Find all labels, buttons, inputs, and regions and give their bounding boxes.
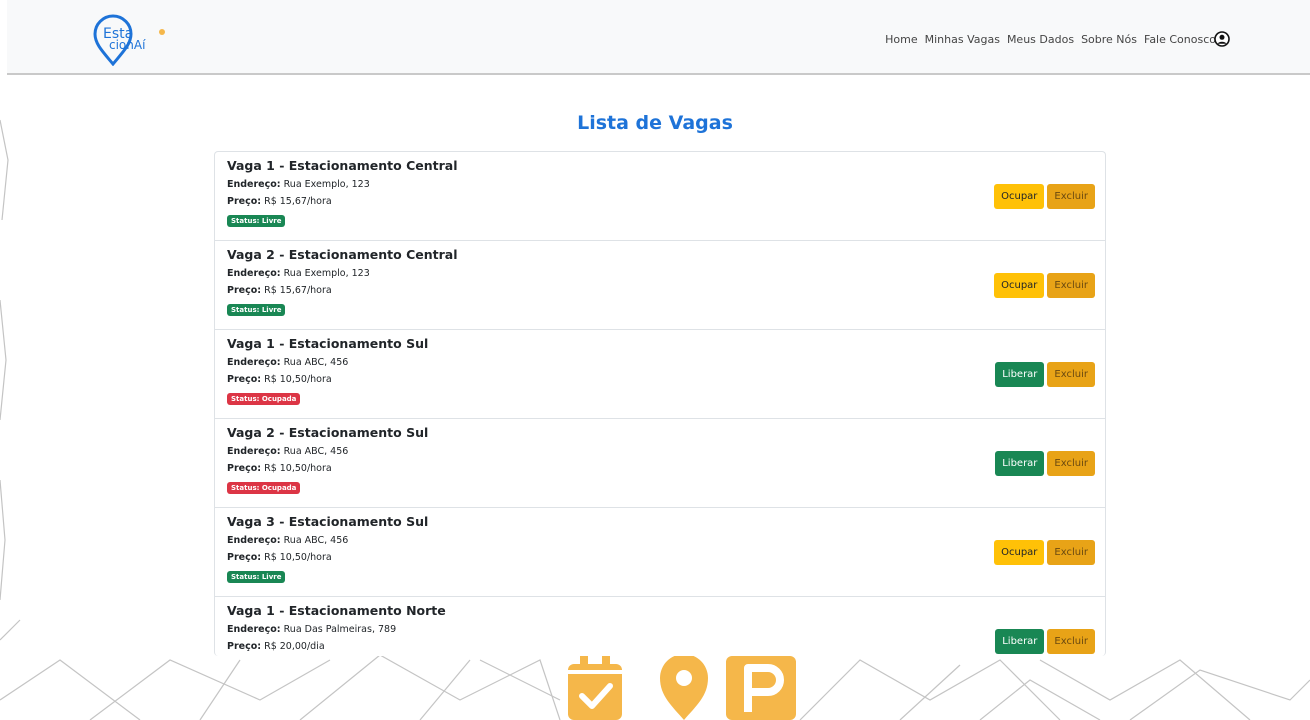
ocupar-button[interactable]: Ocupar — [994, 540, 1045, 565]
vaga-actions: Liberar Excluir — [995, 362, 1095, 387]
list-item: Vaga 2 - Estacionamento Central Endereço… — [215, 241, 1105, 330]
list-item: Vaga 1 - Estacionamento Norte Endereço: … — [215, 597, 1105, 656]
excluir-button[interactable]: Excluir — [1047, 629, 1095, 654]
user-circle-icon[interactable] — [1214, 31, 1230, 47]
vaga-preco: Preço: R$ 15,67/hora — [227, 285, 332, 296]
excluir-button[interactable]: Excluir — [1047, 362, 1095, 387]
vaga-title: Vaga 1 - Estacionamento Norte — [227, 603, 446, 618]
vagas-list: Vaga 1 - Estacionamento Central Endereço… — [214, 151, 1106, 656]
logo[interactable]: Esta cionAí — [89, 14, 169, 66]
vaga-preco: Preço: R$ 15,67/hora — [227, 196, 332, 207]
list-item: Vaga 1 - Estacionamento Central Endereço… — [215, 152, 1105, 241]
status-badge: Status: Ocupada — [227, 482, 301, 494]
parking-icon — [726, 656, 796, 720]
vaga-actions: Ocupar Excluir — [994, 540, 1095, 565]
vaga-actions: Ocupar Excluir — [994, 273, 1095, 298]
vaga-endereco: Endereço: Rua Exemplo, 123 — [227, 179, 370, 190]
vaga-actions: Liberar Excluir — [995, 629, 1095, 654]
nav-links: Home Minhas Vagas Meus Dados Sobre Nós F… — [878, 33, 1216, 46]
nav-sobre-nos[interactable]: Sobre Nós — [1081, 33, 1137, 46]
status-badge: Status: Livre — [227, 571, 286, 583]
calendar-check-icon — [568, 656, 622, 720]
list-item: Vaga 2 - Estacionamento Sul Endereço: Ru… — [215, 419, 1105, 508]
excluir-button[interactable]: Excluir — [1047, 273, 1095, 298]
vaga-preco: Preço: R$ 10,50/hora — [227, 552, 332, 563]
page-title: Lista de Vagas — [577, 112, 733, 134]
status-badge: Status: Livre — [227, 304, 286, 316]
vaga-title: Vaga 3 - Estacionamento Sul — [227, 514, 429, 529]
status-badge: Status: Livre — [227, 215, 286, 227]
vaga-endereco: Endereço: Rua ABC, 456 — [227, 446, 349, 457]
vaga-actions: Ocupar Excluir — [994, 184, 1095, 209]
nav-meus-dados[interactable]: Meus Dados — [1007, 33, 1074, 46]
map-pin-icon — [660, 656, 708, 720]
svg-text:cionAí: cionAí — [109, 38, 146, 52]
vaga-endereco: Endereço: Rua Exemplo, 123 — [227, 268, 370, 279]
vaga-endereco: Endereço: Rua ABC, 456 — [227, 357, 349, 368]
ocupar-button[interactable]: Ocupar — [994, 273, 1045, 298]
vaga-preco: Preço: R$ 10,50/hora — [227, 463, 332, 474]
excluir-button[interactable]: Excluir — [1047, 184, 1095, 209]
nav-home[interactable]: Home — [885, 33, 917, 46]
nav-minhas-vagas[interactable]: Minhas Vagas — [925, 33, 1000, 46]
vaga-title: Vaga 2 - Estacionamento Central — [227, 247, 458, 262]
vaga-preco: Preço: R$ 20,00/dia — [227, 641, 325, 652]
vaga-preco: Preço: R$ 10,50/hora — [227, 374, 332, 385]
vaga-title: Vaga 1 - Estacionamento Central — [227, 158, 458, 173]
ocupar-button[interactable]: Ocupar — [994, 184, 1045, 209]
nav-fale-conosco[interactable]: Fale Conosco — [1144, 33, 1216, 46]
liberar-button[interactable]: Liberar — [995, 451, 1045, 476]
bottom-icons — [568, 656, 796, 720]
navbar: Esta cionAí Home Minhas Vagas Meus Dados… — [7, 0, 1310, 75]
excluir-button[interactable]: Excluir — [1047, 540, 1095, 565]
vaga-title: Vaga 2 - Estacionamento Sul — [227, 425, 429, 440]
excluir-button[interactable]: Excluir — [1047, 451, 1095, 476]
vaga-title: Vaga 1 - Estacionamento Sul — [227, 336, 429, 351]
list-item: Vaga 1 - Estacionamento Sul Endereço: Ru… — [215, 330, 1105, 419]
vaga-endereco: Endereço: Rua ABC, 456 — [227, 535, 349, 546]
list-item: Vaga 3 - Estacionamento Sul Endereço: Ru… — [215, 508, 1105, 597]
vaga-endereco: Endereço: Rua Das Palmeiras, 789 — [227, 624, 397, 635]
status-badge: Status: Ocupada — [227, 393, 301, 405]
liberar-button[interactable]: Liberar — [995, 362, 1045, 387]
vaga-actions: Liberar Excluir — [995, 451, 1095, 476]
liberar-button[interactable]: Liberar — [995, 629, 1045, 654]
